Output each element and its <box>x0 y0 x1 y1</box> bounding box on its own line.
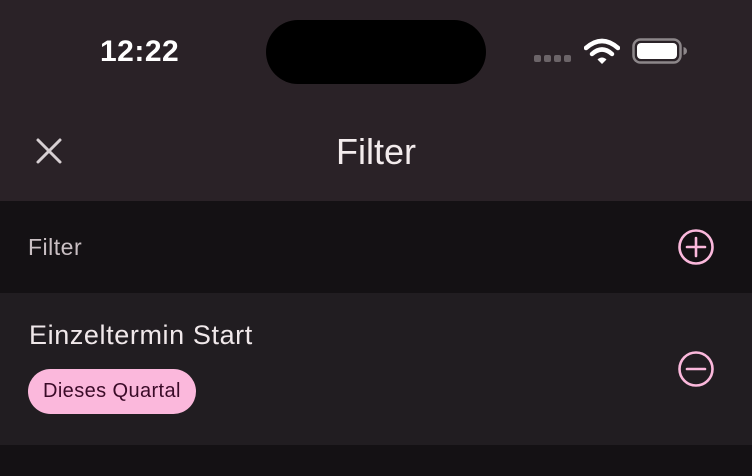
filter-item-title: Einzeltermin Start <box>29 320 253 350</box>
minus-circle-icon <box>676 351 716 393</box>
cellular-signal-icon <box>534 55 574 63</box>
battery-icon <box>632 38 688 64</box>
filter-item: Einzeltermin Start Dieses Quartal <box>0 293 752 445</box>
title-row: Filter <box>0 104 752 201</box>
filter-section-label: Filter <box>28 234 83 260</box>
wifi-icon <box>583 38 621 66</box>
status-time: 12:22 <box>100 35 180 68</box>
status-bar: 12:22 <box>0 0 752 104</box>
plus-circle-icon <box>676 229 716 271</box>
filter-value-chip[interactable]: Dieses Quartal <box>28 369 196 414</box>
filter-section-header: Filter <box>0 201 752 293</box>
remove-filter-button[interactable] <box>676 349 716 389</box>
dynamic-island <box>266 20 486 84</box>
page-title: Filter <box>336 131 416 172</box>
add-filter-button[interactable] <box>676 227 716 267</box>
top-app-bar: 12:22 Filter <box>0 0 752 201</box>
empty-list-area <box>0 445 752 476</box>
